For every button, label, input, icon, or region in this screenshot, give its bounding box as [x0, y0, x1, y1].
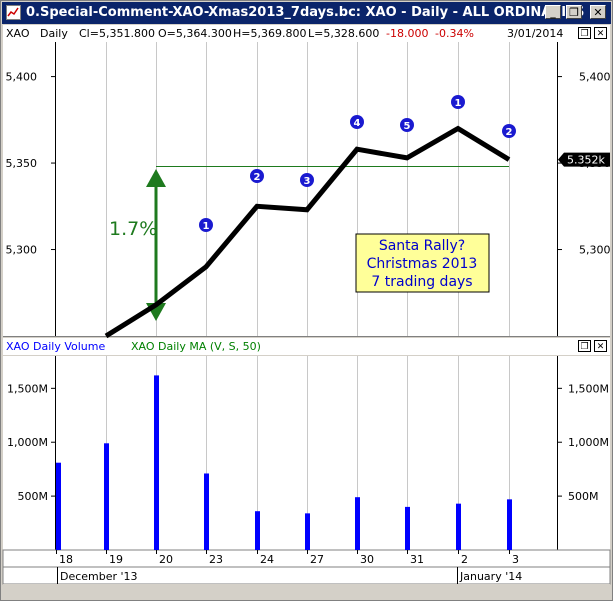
volume-bar: [405, 506, 410, 550]
volume-tick-label-right: 500M: [568, 490, 599, 503]
month-label-jan: January '14: [459, 570, 522, 583]
price-tick-label-left: 5,350: [6, 157, 38, 170]
volume-bar: [305, 513, 310, 550]
price-pane: [3, 42, 610, 336]
day-label: 3: [512, 553, 519, 566]
volume-bar: [255, 511, 260, 550]
day-label: 18: [59, 553, 73, 566]
price-tick-label-left: 5,400: [6, 71, 38, 84]
day-label: 19: [109, 553, 123, 566]
wave-label: 2: [506, 127, 513, 138]
volume-bar: [507, 499, 512, 550]
wave-label: 3: [304, 176, 311, 187]
volume-bar: [456, 503, 461, 550]
status-strip: [3, 584, 610, 600]
annotation-line-3: 7 trading days: [371, 274, 472, 290]
volume-tick-label-left: 500M: [18, 490, 49, 503]
volume-bar: [204, 473, 209, 550]
wave-label: 1: [455, 98, 462, 109]
current-price-tag: 5.352k: [558, 152, 610, 167]
wave-label: 1: [203, 221, 210, 232]
volume-tick-label-right: 1,500M: [568, 382, 609, 395]
day-label: 30: [360, 553, 374, 566]
annotation-line-2: Christmas 2013: [367, 256, 478, 272]
volume-bar: [355, 497, 360, 550]
volume-bar: [154, 375, 159, 550]
volume-bar: [104, 443, 109, 550]
month-label-dec: December '13: [60, 570, 138, 583]
chart-window: 0.Special-Comment-XAO-Xmas2013_7days.bc:…: [0, 0, 613, 601]
price-tick-label-left: 5,300: [6, 244, 38, 257]
wave-label: 5: [404, 121, 411, 132]
day-label: 31: [410, 553, 424, 566]
day-label: 23: [209, 553, 223, 566]
day-label: 24: [260, 553, 274, 566]
volume-tick-label-right: 1,000M: [568, 436, 609, 449]
volume-tick-label-left: 1,000M: [7, 436, 48, 449]
annotation-line-1: Santa Rally?: [379, 238, 465, 254]
current-price-label: 5.352k: [567, 154, 605, 167]
day-label: 2: [461, 553, 468, 566]
percent-label: 1.7%: [109, 218, 157, 240]
volume-bar: [56, 462, 61, 550]
chart-canvas[interactable]: 5,3005,3005,3505,3505,4005,400 500M500M1…: [1, 1, 613, 602]
price-tick-label-right: 5,300: [579, 244, 611, 257]
day-label: 27: [310, 553, 324, 566]
volume-tick-label-left: 1,500M: [7, 382, 48, 395]
day-label: 20: [159, 553, 173, 566]
wave-label: 4: [354, 118, 361, 129]
wave-label: 2: [254, 172, 261, 183]
price-tick-label-right: 5,400: [579, 71, 611, 84]
